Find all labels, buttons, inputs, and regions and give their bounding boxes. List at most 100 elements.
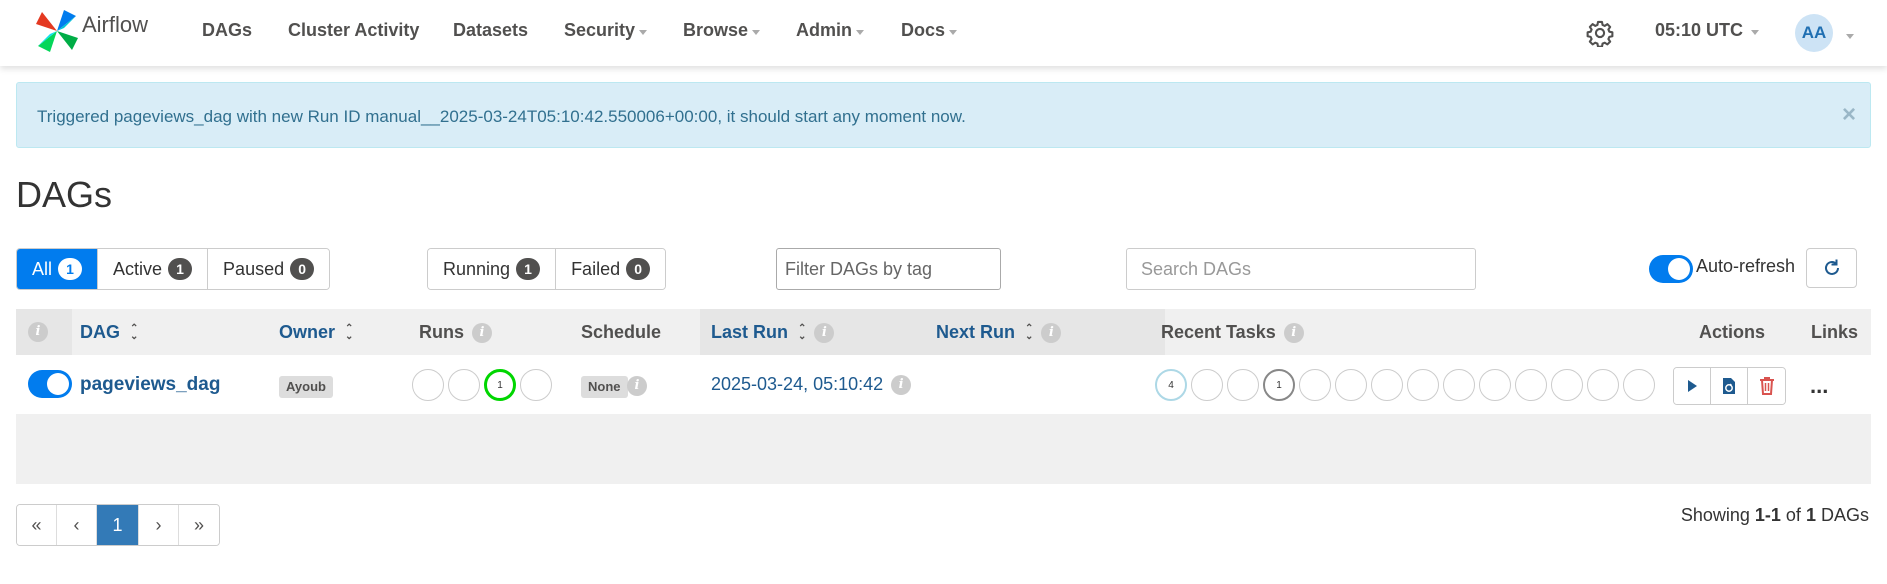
task-state-circle[interactable]: [1299, 369, 1331, 401]
last-run[interactable]: 2025-03-24, 05:10:42 i: [711, 374, 912, 395]
task-state-circle[interactable]: [1371, 369, 1403, 401]
info-icon[interactable]: i: [472, 322, 492, 343]
info-icon[interactable]: i: [1283, 322, 1304, 343]
filter-active-button[interactable]: Active 1: [98, 249, 209, 289]
filter-all-button[interactable]: All 1: [17, 249, 99, 289]
info-icon[interactable]: i: [814, 322, 835, 343]
run-state-circle[interactable]: [520, 369, 552, 401]
header-owner[interactable]: Owner ⌃ ⌄: [279, 322, 353, 343]
header-owner-label: Owner: [279, 322, 336, 342]
clock-dropdown[interactable]: 05:10 UTC: [1655, 20, 1760, 41]
brand-name: Airflow: [82, 12, 149, 37]
header-recent-tasks-label: Recent Tasks: [1161, 322, 1276, 342]
delete-dag-button[interactable]: [1748, 368, 1785, 404]
task-state-circle[interactable]: [1443, 369, 1475, 401]
nav-docs[interactable]: Docs: [901, 20, 958, 41]
brand-link[interactable]: Airflow: [34, 8, 148, 54]
actions-group: [1673, 367, 1786, 405]
schedule-label: None: [581, 376, 628, 398]
search-input[interactable]: [1126, 248, 1476, 290]
header-schedule-label: Schedule: [581, 322, 662, 342]
run-state-circle[interactable]: [412, 369, 444, 401]
showing-prefix: Showing: [1680, 505, 1750, 525]
filter-running-button[interactable]: Running 1: [428, 249, 557, 289]
info-icon[interactable]: i: [891, 374, 912, 395]
task-state-circle[interactable]: [1191, 369, 1223, 401]
header-last-run[interactable]: Last Run ⌃ ⌄ i: [711, 322, 835, 343]
task-state-circle[interactable]: [1587, 369, 1619, 401]
header-next-run-label: Next Run: [936, 322, 1016, 342]
close-icon[interactable]: ×: [1842, 101, 1856, 129]
nav-security-label: Security: [564, 20, 636, 40]
run-state-circle-running[interactable]: 1: [484, 369, 516, 401]
task-count: 1: [1276, 379, 1282, 391]
page-current[interactable]: 1: [97, 505, 139, 545]
ellipsis-icon[interactable]: ...: [1810, 373, 1828, 399]
task-state-circle[interactable]: [1407, 369, 1439, 401]
nav-docs-label: Docs: [901, 20, 946, 40]
filter-failed-button[interactable]: Failed 0: [556, 249, 666, 289]
task-state-circle[interactable]: [1551, 369, 1583, 401]
run-state-circle[interactable]: [448, 369, 480, 401]
chevron-down-icon: [1751, 30, 1760, 35]
header-next-run[interactable]: Next Run ⌃ ⌄ i: [936, 322, 1062, 343]
filter-all-label: All: [32, 258, 53, 279]
info-icon[interactable]: i: [627, 376, 647, 396]
dag-pause-toggle[interactable]: [28, 370, 72, 398]
task-state-circle[interactable]: [1335, 369, 1367, 401]
header-dag[interactable]: DAG ⌃ ⌄: [80, 322, 138, 343]
page-next[interactable]: ›: [139, 505, 179, 545]
auto-refresh-label: Auto-refresh: [1696, 256, 1796, 276]
chevron-down-icon[interactable]: [1846, 34, 1854, 39]
nav-browse[interactable]: Browse: [683, 20, 761, 41]
filter-failed-label: Failed: [571, 258, 621, 279]
last-run-date: 2025-03-24, 05:10:42: [711, 374, 884, 394]
chevron-down-icon: [856, 30, 864, 35]
user-avatar[interactable]: AA: [1795, 14, 1833, 52]
nav-cluster-activity[interactable]: Cluster Activity: [288, 20, 419, 41]
task-state-circle[interactable]: [1479, 369, 1511, 401]
filter-paused-label: Paused: [223, 258, 285, 279]
nav-admin[interactable]: Admin: [796, 20, 864, 41]
nav-datasets[interactable]: Datasets: [453, 20, 528, 41]
tag-filter-input[interactable]: [776, 248, 1001, 290]
pagination: « ‹ 1 › »: [16, 504, 220, 546]
navbar: Airflow DAGs Cluster Activity Datasets S…: [0, 0, 1887, 66]
filter-running-label: Running: [443, 258, 511, 279]
gear-icon[interactable]: [1586, 19, 1614, 47]
info-icon[interactable]: i: [28, 322, 48, 342]
task-state-circle-scheduled[interactable]: 1: [1263, 369, 1295, 401]
alert-message: Triggered pageviews_dag with new Run ID …: [37, 107, 966, 126]
filter-active-label: Active: [113, 258, 163, 279]
page-first[interactable]: «: [17, 505, 57, 545]
trigger-alert: Triggered pageviews_dag with new Run ID …: [16, 82, 1871, 148]
run-filter-group: Running 1 Failed 0: [427, 248, 667, 290]
filter-paused-button[interactable]: Paused 0: [208, 249, 330, 289]
status-filter-group: All 1 Active 1 Paused 0: [16, 248, 331, 290]
play-icon: [1688, 380, 1697, 392]
nav-security[interactable]: Security: [564, 20, 648, 41]
nav-datasets-label: Datasets: [453, 20, 529, 40]
nav-dags[interactable]: DAGs: [202, 20, 252, 41]
trigger-dag-button[interactable]: [1674, 368, 1711, 404]
page-title: DAGs: [16, 174, 113, 215]
refresh-dag-button[interactable]: [1711, 368, 1748, 404]
owner-label[interactable]: Ayoub: [279, 376, 333, 398]
refresh-button[interactable]: [1806, 248, 1857, 288]
dag-id-link[interactable]: pageviews_dag: [80, 374, 220, 396]
page-prev[interactable]: ‹: [57, 505, 97, 545]
trash-icon: [1759, 377, 1774, 395]
header-recent-tasks: Recent Tasks i: [1161, 322, 1304, 343]
task-state-circle[interactable]: [1623, 369, 1655, 401]
showing-range: 1-1: [1754, 505, 1781, 525]
info-icon[interactable]: i: [1041, 322, 1062, 343]
sort-icon: ⌃ ⌄: [798, 322, 807, 342]
nav-browse-label: Browse: [683, 20, 749, 40]
header-runs: Runs i: [419, 322, 492, 343]
task-state-circle-queued[interactable]: 4: [1155, 369, 1187, 401]
table-row: pageviews_dag Ayoub 1 None i 2025-03-24,…: [16, 355, 1871, 414]
page-last[interactable]: »: [179, 505, 219, 545]
task-state-circle[interactable]: [1227, 369, 1259, 401]
auto-refresh-toggle[interactable]: [1649, 255, 1693, 283]
task-state-circle[interactable]: [1515, 369, 1547, 401]
